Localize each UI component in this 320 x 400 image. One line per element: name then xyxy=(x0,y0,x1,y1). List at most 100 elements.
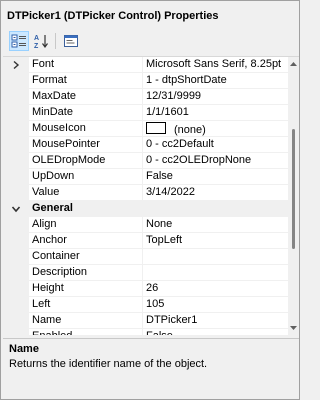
row-margin xyxy=(3,153,29,169)
property-value[interactable]: DTPicker1 xyxy=(146,314,288,326)
title-bar: DTPicker1 (DTPicker Control) Properties xyxy=(1,1,299,29)
column-divider xyxy=(142,137,143,153)
property-row[interactable]: MouseIcon (none) xyxy=(3,121,288,137)
description-panel: Name Returns the identifier name of the … xyxy=(3,338,299,399)
chevron-down-icon[interactable] xyxy=(11,204,21,214)
property-value[interactable]: False xyxy=(146,170,288,182)
column-divider xyxy=(142,233,143,249)
scroll-up-icon[interactable] xyxy=(290,61,297,67)
column-divider xyxy=(142,313,143,329)
property-pages-icon xyxy=(64,35,78,47)
vertical-scrollbar[interactable] xyxy=(288,57,299,336)
row-margin xyxy=(3,281,29,297)
row-margin xyxy=(3,313,29,329)
row-margin xyxy=(3,297,29,313)
property-value[interactable]: 105 xyxy=(146,298,288,310)
property-row[interactable]: MinDate 1/1/1601 xyxy=(3,105,288,121)
property-name: Anchor xyxy=(32,234,67,246)
property-name: Font xyxy=(32,58,55,70)
description-text: Returns the identifier name of the objec… xyxy=(9,358,208,370)
row-margin xyxy=(3,265,29,281)
property-value[interactable]: TopLeft xyxy=(146,234,288,246)
property-row[interactable]: UpDown False xyxy=(3,169,288,185)
column-divider xyxy=(142,217,143,233)
column-divider xyxy=(142,169,143,185)
property-row[interactable]: OLEDropMode 0 - cc2OLEDropNone xyxy=(3,153,288,169)
scroll-down-icon[interactable] xyxy=(290,325,297,331)
toolbar: A Z xyxy=(1,29,299,55)
property-name: Left xyxy=(32,298,51,310)
property-value[interactable]: (none) xyxy=(146,122,288,136)
property-row[interactable]: Container xyxy=(3,249,288,265)
property-row[interactable]: Name DTPicker1 xyxy=(3,313,288,329)
property-row[interactable]: Left 105 xyxy=(3,297,288,313)
property-value[interactable]: 3/14/2022 xyxy=(146,186,288,198)
property-row[interactable]: MaxDate 12/31/9999 xyxy=(3,89,288,105)
property-name: Container xyxy=(32,250,80,262)
alphabetical-button[interactable]: A Z xyxy=(31,31,51,51)
property-name: MaxDate xyxy=(32,90,77,102)
column-divider xyxy=(142,185,143,201)
toolbar-separator xyxy=(55,33,56,49)
property-name: Height xyxy=(32,282,64,294)
svg-text:A: A xyxy=(34,35,39,42)
column-divider xyxy=(142,249,143,265)
row-margin xyxy=(3,185,29,201)
row-margin xyxy=(3,169,29,185)
row-margin xyxy=(3,105,29,121)
property-row[interactable]: Format 1 - dtpShortDate xyxy=(3,73,288,89)
property-value[interactable]: Microsoft Sans Serif, 8.25pt xyxy=(146,58,288,70)
row-margin xyxy=(3,73,29,89)
property-row[interactable]: Anchor TopLeft xyxy=(3,233,288,249)
category-label: General xyxy=(32,202,73,214)
property-name: Name xyxy=(32,314,62,326)
window-title: DTPicker1 (DTPicker Control) Properties xyxy=(7,10,219,22)
column-divider xyxy=(142,57,143,73)
property-value[interactable]: 0 - cc2Default xyxy=(146,138,288,150)
scroll-thumb[interactable] xyxy=(292,129,295,249)
property-row[interactable]: Description xyxy=(3,265,288,281)
column-divider xyxy=(142,121,143,137)
property-grid: Font Microsoft Sans Serif, 8.25pt Format 1 … xyxy=(3,56,299,336)
row-margin xyxy=(3,121,29,137)
sort-alphabetical-icon: A Z xyxy=(34,35,48,49)
property-value[interactable]: 0 - cc2OLEDropNone xyxy=(146,154,288,166)
property-name: MousePointer xyxy=(32,138,100,150)
categorized-button[interactable] xyxy=(9,31,29,51)
column-divider xyxy=(142,153,143,169)
property-name: Align xyxy=(32,218,57,230)
row-margin xyxy=(3,217,29,233)
column-divider xyxy=(142,73,143,89)
property-value[interactable]: 26 xyxy=(146,282,288,294)
svg-text:Z: Z xyxy=(34,43,39,49)
column-divider xyxy=(142,105,143,121)
property-value[interactable]: 1 - dtpShortDate xyxy=(146,74,288,86)
column-divider xyxy=(142,265,143,281)
property-name: Format xyxy=(32,74,67,86)
property-pages-button[interactable] xyxy=(61,31,81,51)
categorized-icon xyxy=(11,34,26,48)
category-row[interactable]: General xyxy=(3,201,288,217)
property-row[interactable]: Value 3/14/2022 xyxy=(3,185,288,201)
property-name: MinDate xyxy=(32,106,73,118)
property-name: OLEDropMode xyxy=(32,154,106,166)
description-title: Name xyxy=(9,343,39,355)
property-row[interactable]: MousePointer 0 - cc2Default xyxy=(3,137,288,153)
property-value[interactable]: 1/1/1601 xyxy=(146,106,288,118)
property-name: MouseIcon xyxy=(32,122,86,134)
property-value[interactable]: 12/31/9999 xyxy=(146,90,288,102)
column-divider xyxy=(142,297,143,313)
property-row[interactable]: Height 26 xyxy=(3,281,288,297)
property-row[interactable]: Font Microsoft Sans Serif, 8.25pt xyxy=(3,57,288,73)
chevron-right-icon[interactable] xyxy=(11,60,21,70)
property-row[interactable]: Align None xyxy=(3,217,288,233)
properties-window: DTPicker1 (DTPicker Control) Properties … xyxy=(0,0,300,400)
property-name: Description xyxy=(32,266,88,278)
row-margin xyxy=(3,249,29,265)
column-divider xyxy=(142,281,143,297)
column-divider xyxy=(142,89,143,105)
property-value-text: (none) xyxy=(174,124,206,136)
property-value[interactable]: None xyxy=(146,218,288,230)
picture-swatch xyxy=(146,122,166,134)
property-name: UpDown xyxy=(32,170,75,182)
